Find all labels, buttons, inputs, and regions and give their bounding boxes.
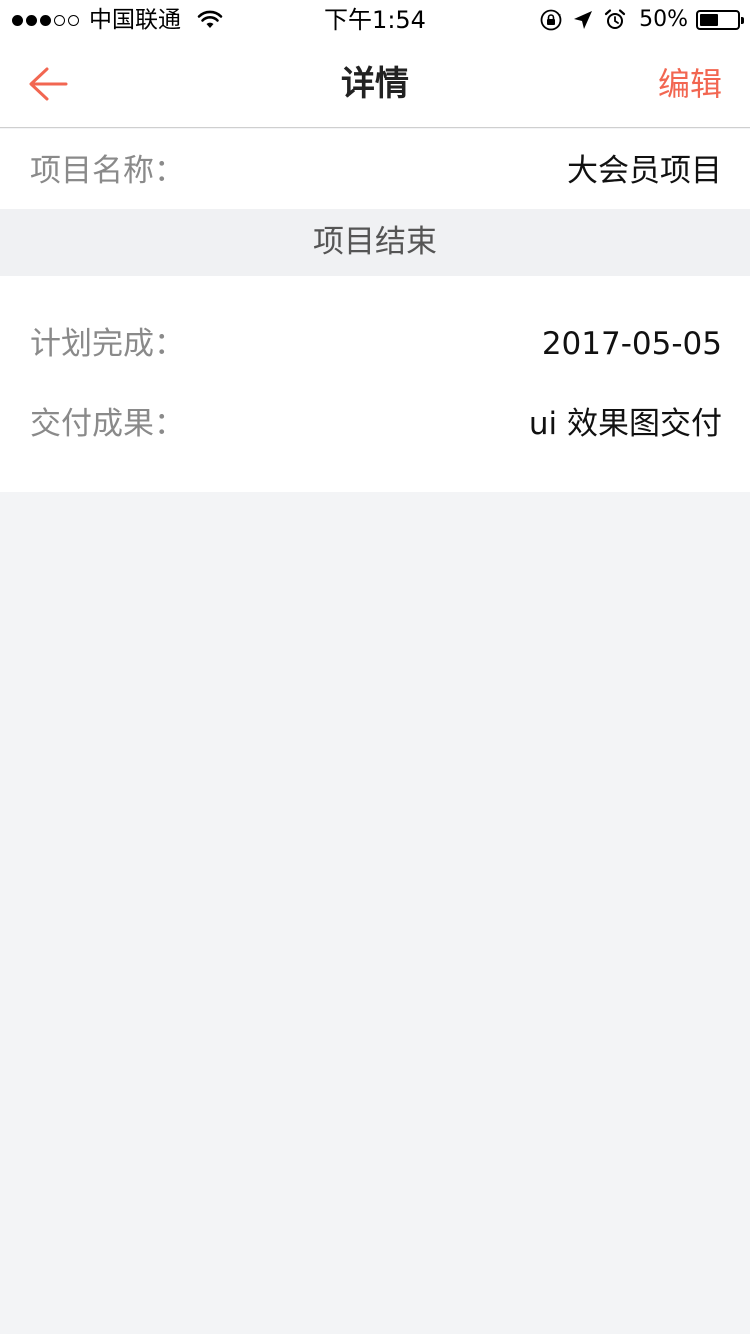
- location-arrow-icon: [574, 11, 593, 29]
- alarm-icon: [604, 9, 626, 29]
- plan-completion-value: 2017-05-05: [541, 326, 722, 362]
- deliverable-value: ui 效果图交付: [528, 406, 722, 442]
- status-right: 50%: [539, 6, 744, 34]
- battery-percent: 50%: [639, 7, 688, 32]
- detail-screen: 中国联通 下午1:54 50% 详情 编辑 项目名称： 大会员项目 项目结束 计…: [0, 0, 750, 1334]
- navigation-bar: 详情 编辑: [0, 40, 750, 128]
- rotation-lock-icon: [540, 9, 562, 31]
- project-name-label: 项目名称：: [30, 153, 185, 189]
- plan-completion-label: 计划完成：: [30, 326, 185, 362]
- status-bar: 中国联通 下午1:54 50%: [0, 0, 750, 40]
- section-header: 项目结束: [0, 209, 750, 276]
- project-name-value: 大会员项目: [567, 153, 722, 189]
- battery-icon: [696, 10, 744, 30]
- page-title: 详情: [341, 64, 409, 104]
- edit-button[interactable]: 编辑: [658, 62, 722, 106]
- detail-card: 计划完成： 2017-05-05 交付成果： ui 效果图交付: [0, 276, 750, 492]
- battery-level: [700, 14, 718, 26]
- deliverable-label: 交付成果：: [30, 406, 185, 442]
- project-name-row: 项目名称： 大会员项目: [0, 129, 750, 209]
